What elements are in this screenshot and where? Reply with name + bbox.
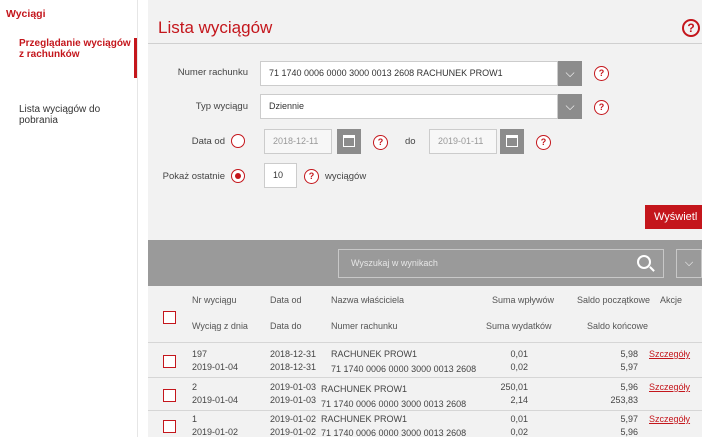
sidebar-item-download-list[interactable]: Lista wyciągów do pobrania bbox=[0, 104, 137, 126]
page-help-icon[interactable]: ? bbox=[682, 19, 700, 37]
sidebar-item-statements-browse[interactable]: Przeglądanie wyciągów z rachunków bbox=[0, 38, 137, 78]
date-to-input[interactable]: 2019-01-11 bbox=[429, 129, 497, 154]
account-help-icon[interactable]: ? bbox=[594, 66, 609, 81]
row-date-from: 2018-12-31 bbox=[270, 349, 317, 359]
show-last-input[interactable]: 10 bbox=[264, 163, 297, 188]
expand-toolbar-button[interactable]: ⌵ bbox=[676, 249, 702, 278]
show-last-label: Pokaż ostatnie bbox=[162, 171, 225, 182]
date-from-calendar-button[interactable] bbox=[337, 129, 361, 154]
row-checkbox[interactable] bbox=[163, 420, 176, 433]
type-dropdown-button[interactable]: ⌵ bbox=[558, 94, 582, 119]
row-nr: 1 bbox=[192, 414, 198, 424]
col-header-actions: Akcje bbox=[660, 295, 683, 305]
date-range-radio[interactable] bbox=[231, 134, 245, 148]
col-header-date-of[interactable]: Wyciąg z dnia bbox=[192, 321, 248, 331]
row-account: 71 1740 0006 0000 3000 0013 2608 bbox=[331, 364, 477, 374]
row-nr: 2 bbox=[192, 382, 198, 392]
row-details-link[interactable]: Szczegóły bbox=[649, 382, 690, 392]
chevron-down-icon: ⌵ bbox=[684, 257, 694, 269]
row-income: 0,01 bbox=[510, 349, 528, 359]
show-last-radio[interactable] bbox=[231, 169, 245, 183]
account-label: Numer rachunku bbox=[177, 67, 248, 78]
row-owner: RACHUNEK PROW1 bbox=[321, 414, 408, 424]
header-divider bbox=[148, 342, 702, 343]
row-close-balance: 253,83 bbox=[610, 395, 638, 405]
row-nr: 197 bbox=[192, 349, 208, 359]
sidebar-title[interactable]: Wyciągi bbox=[6, 8, 46, 20]
col-header-owner[interactable]: Nazwa właściciela bbox=[331, 295, 404, 305]
show-last-help-icon[interactable]: ? bbox=[304, 169, 319, 184]
row-income: 250,01 bbox=[500, 382, 528, 392]
results-search-input[interactable]: Wyszukaj w wynikach bbox=[338, 249, 664, 278]
col-header-income[interactable]: Suma wpływów bbox=[492, 295, 554, 305]
type-select[interactable]: Dziennie bbox=[260, 94, 558, 119]
type-help-icon[interactable]: ? bbox=[594, 100, 609, 115]
row-date-from: 2019-01-02 bbox=[270, 414, 317, 424]
row-expense: 0,02 bbox=[510, 427, 528, 437]
row-details-link[interactable]: Szczegóły bbox=[649, 414, 690, 424]
row-date-to: 2019-01-03 bbox=[270, 395, 317, 405]
col-header-account[interactable]: Numer rachunku bbox=[331, 321, 398, 331]
col-header-date-to[interactable]: Data do bbox=[270, 321, 302, 331]
date-from-help-icon[interactable]: ? bbox=[373, 135, 388, 150]
search-icon[interactable] bbox=[637, 255, 651, 269]
row-open-balance: 5,96 bbox=[620, 382, 638, 392]
row-divider bbox=[148, 410, 702, 411]
col-header-close-balance[interactable]: Saldo końcowe bbox=[587, 321, 648, 331]
date-from-input[interactable]: 2018-12-11 bbox=[264, 129, 332, 154]
row-date: 2019-01-04 bbox=[192, 362, 239, 372]
date-to-label: do bbox=[405, 136, 416, 147]
chevron-down-icon: ⌵ bbox=[565, 99, 575, 113]
row-date-to: 2018-12-31 bbox=[270, 362, 317, 372]
page-title: Lista wyciągów bbox=[158, 18, 273, 37]
col-header-nr[interactable]: Nr wyciągu bbox=[192, 295, 237, 305]
row-date: 2019-01-02 bbox=[192, 427, 239, 437]
col-header-expense[interactable]: Suma wydatków bbox=[486, 321, 552, 331]
title-divider bbox=[148, 43, 702, 44]
row-open-balance: 5,98 bbox=[620, 349, 638, 359]
row-checkbox[interactable] bbox=[163, 355, 176, 368]
date-to-calendar-button[interactable] bbox=[500, 129, 524, 154]
sidebar: Wyciągi Przeglądanie wyciągów z rachunkó… bbox=[0, 0, 138, 437]
col-header-open-balance[interactable]: Saldo początkowe bbox=[577, 295, 650, 305]
row-account: 71 1740 0006 0000 3000 0013 2608 bbox=[321, 428, 467, 437]
row-owner: RACHUNEK PROW1 bbox=[331, 349, 418, 359]
row-expense: 0,02 bbox=[510, 362, 528, 372]
col-header-date-from[interactable]: Data od bbox=[270, 295, 302, 305]
chevron-down-icon: ⌵ bbox=[565, 66, 575, 80]
row-account: 71 1740 0006 0000 3000 0013 2608 bbox=[321, 399, 467, 409]
row-date-to: 2019-01-02 bbox=[270, 427, 317, 437]
date-from-label: Data od bbox=[191, 136, 225, 147]
calendar-icon bbox=[506, 135, 518, 147]
row-close-balance: 5,97 bbox=[620, 362, 638, 372]
row-open-balance: 5,97 bbox=[620, 414, 638, 424]
row-date-from: 2019-01-03 bbox=[270, 382, 317, 392]
show-last-suffix: wyciągów bbox=[325, 171, 367, 182]
row-expense: 2,14 bbox=[510, 395, 528, 405]
row-income: 0,01 bbox=[510, 414, 528, 424]
row-divider bbox=[148, 377, 702, 378]
row-checkbox[interactable] bbox=[163, 389, 176, 402]
date-to-help-icon[interactable]: ? bbox=[536, 135, 551, 150]
select-all-checkbox[interactable] bbox=[163, 311, 176, 324]
account-dropdown-button[interactable]: ⌵ bbox=[558, 61, 582, 86]
show-button[interactable]: Wyświetl bbox=[645, 205, 702, 229]
account-select[interactable]: 71 1740 0006 0000 3000 0013 2608 RACHUNE… bbox=[260, 61, 558, 86]
row-details-link[interactable]: Szczegóły bbox=[649, 349, 690, 359]
row-date: 2019-01-04 bbox=[192, 395, 239, 405]
type-label: Typ wyciągu bbox=[195, 101, 248, 112]
row-owner: RACHUNEK PROW1 bbox=[321, 384, 408, 394]
row-close-balance: 5,96 bbox=[620, 427, 638, 437]
calendar-icon bbox=[343, 135, 355, 147]
